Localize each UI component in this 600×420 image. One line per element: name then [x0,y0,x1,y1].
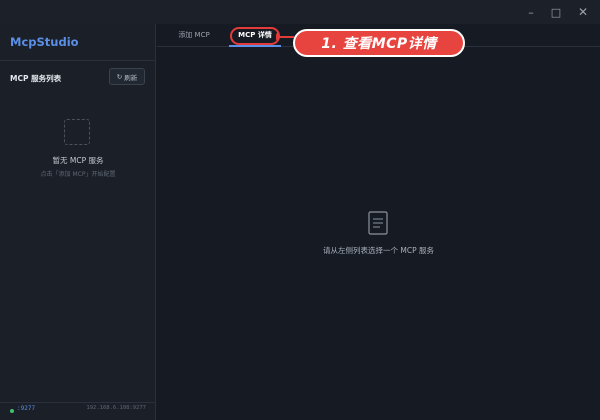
server-port: :9277 [17,405,36,412]
maximize-icon: □ [550,5,562,19]
close-button[interactable]: ✕ [570,0,596,24]
empty-placeholder-icon [64,119,90,145]
empty-list-hint: 点击「添加 MCP」开始配置 [40,171,116,178]
server-address: 192.168.6.108:9277 [86,405,146,411]
annotation-callout: 1. 查看MCP详情 [293,29,465,57]
sidebar: McpStudio MCP 服务列表 ↻ 刷新 暂无 MCP 服务 点击「添加 … [0,24,156,420]
refresh-button[interactable]: ↻ 刷新 [109,68,145,85]
service-list-title: MCP 服务列表 [10,74,62,83]
active-tab-indicator [229,45,281,47]
minimize-button[interactable]: – [518,0,544,24]
tab-mcp-detail[interactable]: MCP 详情 [229,24,281,46]
status-dot-icon [10,409,14,413]
divider [0,60,155,61]
close-icon: ✕ [577,5,589,19]
title-bar: – □ ✕ [0,0,600,24]
app-brand: McpStudio [10,35,79,49]
refresh-icon: ↻ [116,72,123,81]
document-icon [368,211,388,235]
tab-add-mcp[interactable]: 添加 MCP [169,24,219,46]
empty-list-title: 暂无 MCP 服务 [52,156,104,165]
divider [0,402,155,403]
maximize-button[interactable]: □ [543,0,569,24]
refresh-label: 刷新 [124,73,138,82]
minimize-icon: – [528,5,534,19]
annotation-text: 1. 查看MCP详情 [321,36,437,52]
select-service-hint: 请从左侧列表选择一个 MCP 服务 [323,246,434,255]
